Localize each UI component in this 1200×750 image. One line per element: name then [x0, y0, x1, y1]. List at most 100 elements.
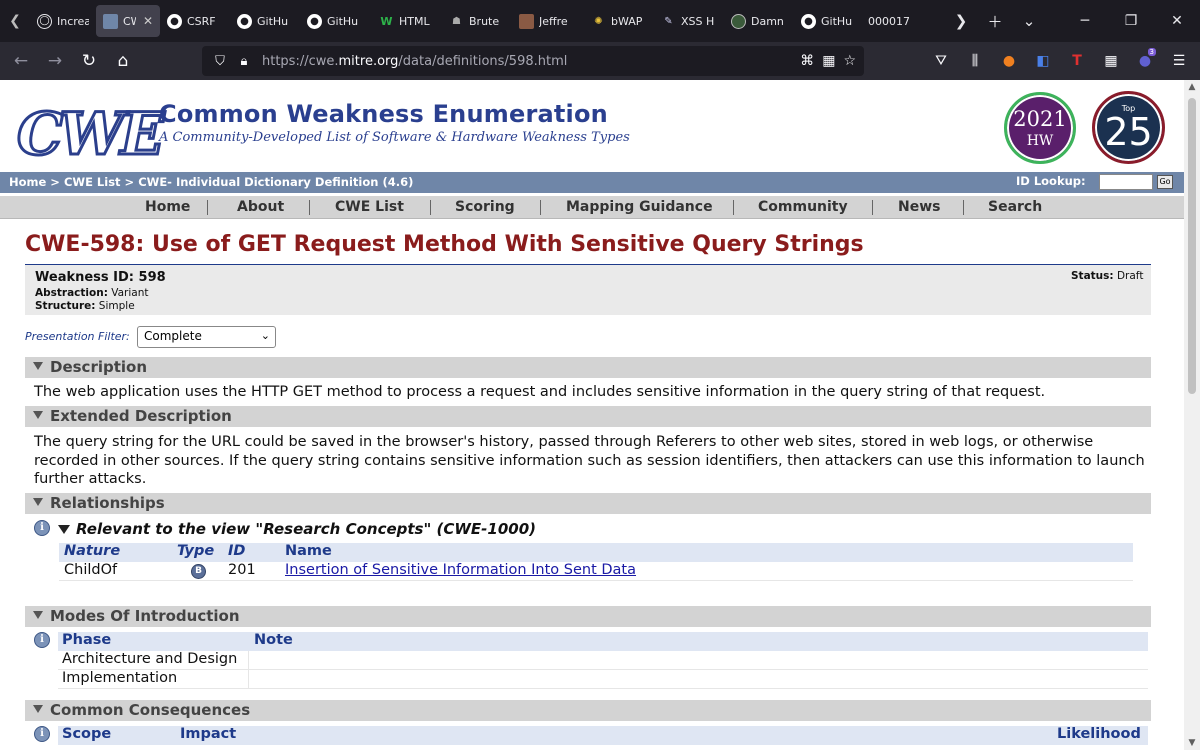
tab-label: Brute: [469, 14, 500, 28]
globe-icon: ◯: [37, 13, 52, 29]
site-subtitle: A Community-Developed List of Software &…: [159, 130, 630, 145]
menu-home[interactable]: Home: [145, 199, 190, 215]
extension-t-icon[interactable]: T: [1060, 46, 1094, 76]
grid-icon[interactable]: ▦: [822, 53, 835, 69]
tab-bwapp[interactable]: ✺ bWAP: [584, 5, 654, 37]
scroll-down-icon[interactable]: ▼: [1184, 738, 1200, 748]
extended-description-text: The query string for the URL could be sa…: [34, 434, 1145, 487]
menu-mapping-guidance[interactable]: Mapping Guidance: [566, 199, 713, 215]
info-icon[interactable]: i: [34, 726, 50, 742]
tab-github-2[interactable]: ● GitHu: [300, 5, 372, 37]
breadcrumb[interactable]: Home > CWE List > CWE- Individual Dictio…: [9, 175, 413, 189]
navigation-toolbar: ← → ↻ ⌂ ⛉ 🔒︎ https://cwe.mitre.org/data/…: [0, 42, 1200, 80]
id-lookup-input[interactable]: [1099, 174, 1153, 190]
menu-about[interactable]: About: [237, 199, 284, 215]
reload-icon[interactable]: ↻: [72, 46, 106, 76]
tab-html[interactable]: W HTML: [372, 5, 442, 37]
section-description-header[interactable]: Description: [25, 357, 1151, 378]
menu-news[interactable]: News: [898, 199, 940, 215]
table-row: Architecture and Design: [58, 651, 1148, 670]
tab-scroll-right-icon[interactable]: ❯: [944, 5, 978, 37]
vertical-scrollbar[interactable]: ▲ ▼: [1184, 80, 1200, 750]
list-tabs-icon[interactable]: ⌄: [1012, 5, 1046, 37]
name-cell[interactable]: Insertion of Sensitive Information Into …: [285, 562, 636, 578]
info-icon[interactable]: i: [34, 520, 50, 536]
go-button[interactable]: Go: [1157, 175, 1173, 189]
cwe-logo[interactable]: CWE: [8, 94, 166, 166]
tab-scroll-left-icon[interactable]: ❮: [0, 13, 30, 29]
abstraction-row: Abstraction: Variant: [35, 287, 149, 299]
address-bar[interactable]: ⛉ 🔒︎ https://cwe.mitre.org/data/definiti…: [202, 46, 864, 76]
scrollbar-thumb[interactable]: [1188, 98, 1196, 394]
col-note: Note: [254, 632, 293, 648]
top-25-badge[interactable]: Top 25: [1092, 91, 1165, 164]
section-modes-header[interactable]: Modes Of Introduction: [25, 606, 1151, 627]
extension-grid-icon[interactable]: ▦: [1094, 46, 1128, 76]
extension-translate-icon[interactable]: ◧: [1026, 46, 1060, 76]
library-icon[interactable]: ⫼: [958, 46, 992, 76]
cwe-201-link[interactable]: Insertion of Sensitive Information Into …: [285, 562, 636, 578]
tab-csrf[interactable]: ● CSRF: [160, 5, 230, 37]
tab-github-3[interactable]: ● GitHu: [794, 5, 864, 37]
phase-cell: Implementation: [62, 670, 178, 686]
back-icon[interactable]: ←: [4, 46, 38, 76]
minimize-icon[interactable]: ─: [1062, 5, 1108, 37]
collapse-triangle-icon[interactable]: [58, 525, 70, 534]
cwe-favicon-icon: [103, 13, 118, 29]
tab-damn[interactable]: Damn: [724, 5, 794, 37]
menu-search[interactable]: Search: [988, 199, 1042, 215]
menu-divider: [430, 200, 431, 215]
badge-top-number: 25: [1104, 110, 1153, 154]
table-row: ChildOf B 201 Insertion of Sensitive Inf…: [59, 562, 1133, 581]
extension-badge-icon[interactable]: ● 3: [1128, 46, 1162, 76]
restore-icon[interactable]: ❐: [1108, 5, 1154, 37]
tab-label: bWAP: [611, 14, 643, 28]
extension-fox-icon[interactable]: ●: [992, 46, 1026, 76]
scroll-up-icon[interactable]: ▲: [1184, 82, 1200, 92]
cell-divider: [248, 670, 249, 689]
presentation-filter-select[interactable]: Complete ⌄: [137, 326, 276, 348]
close-tab-icon[interactable]: ✕: [143, 14, 153, 28]
tab-github-1[interactable]: ● GitHu: [230, 5, 300, 37]
tab-xss[interactable]: ✎ XSS H: [654, 5, 724, 37]
collapse-triangle-icon[interactable]: [33, 362, 43, 370]
menu-cwe-list[interactable]: CWE List: [335, 199, 404, 215]
tab-label: HTML: [399, 14, 430, 28]
info-icon[interactable]: i: [34, 632, 50, 648]
pocket-icon[interactable]: ⛛: [924, 46, 958, 76]
breadcrumb-bar: Home > CWE List > CWE- Individual Dictio…: [0, 172, 1184, 193]
hw-2021-badge[interactable]: 2021 HW: [1004, 92, 1076, 164]
tab-cwe[interactable]: CW ✕: [96, 5, 160, 37]
tab-000017[interactable]: 000017: [864, 5, 916, 37]
site-header: CWE Common Weakness Enumeration A Commun…: [0, 80, 1184, 170]
forward-icon[interactable]: →: [38, 46, 72, 76]
id-cell: 201: [228, 562, 256, 578]
translate-icon[interactable]: ⌘: [800, 53, 814, 69]
url-text[interactable]: https://cwe.mitre.org/data/definitions/5…: [262, 54, 567, 69]
page-viewport: CWE Common Weakness Enumeration A Commun…: [0, 80, 1184, 750]
lock-icon[interactable]: 🔒︎: [232, 54, 256, 69]
dvwa-icon: [731, 13, 746, 29]
section-relationships-header[interactable]: Relationships: [25, 493, 1151, 514]
collapse-triangle-icon[interactable]: [33, 611, 43, 619]
collapse-triangle-icon[interactable]: [33, 498, 43, 506]
menu-community[interactable]: Community: [758, 199, 848, 215]
new-tab-icon[interactable]: ＋: [978, 5, 1012, 37]
section-title: Relationships: [50, 494, 165, 512]
shield-icon[interactable]: ⛉: [208, 54, 232, 69]
menu-hamburger-icon[interactable]: ☰: [1162, 46, 1196, 76]
section-extended-header[interactable]: Extended Description: [25, 406, 1151, 427]
home-icon[interactable]: ⌂: [106, 46, 140, 76]
section-consequences-header[interactable]: Common Consequences: [25, 700, 1151, 721]
tab-jeffrey[interactable]: Jeffre: [512, 5, 584, 37]
menu-scoring[interactable]: Scoring: [455, 199, 515, 215]
tab-brute[interactable]: ☗ Brute: [442, 5, 512, 37]
bookmark-star-icon[interactable]: ☆: [843, 53, 856, 69]
close-window-icon[interactable]: ✕: [1154, 5, 1200, 37]
tab-label: CW: [123, 14, 136, 28]
pencil-icon: ✎: [664, 15, 673, 27]
collapse-triangle-icon[interactable]: [33, 705, 43, 713]
tab-increa[interactable]: ◯ Increa: [30, 5, 96, 37]
tab-label: Jeffre: [539, 14, 568, 28]
collapse-triangle-icon[interactable]: [33, 411, 43, 419]
